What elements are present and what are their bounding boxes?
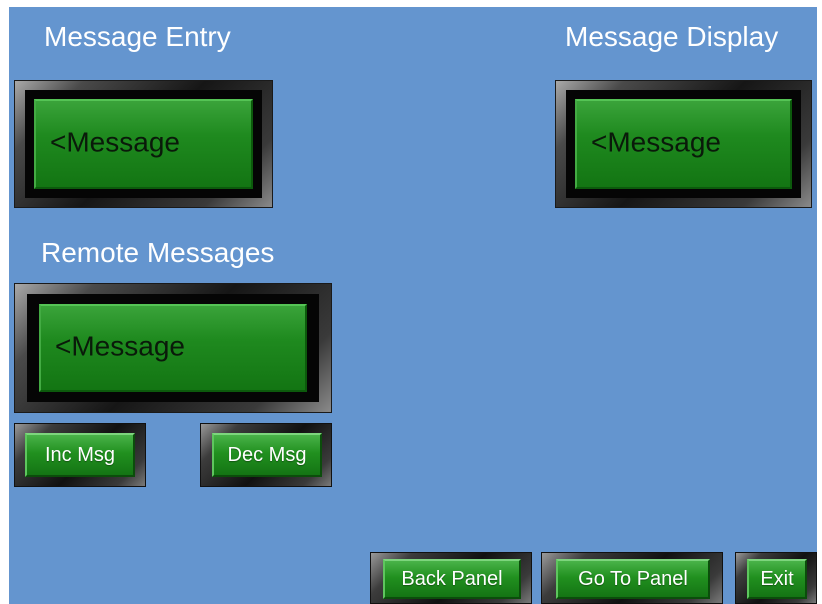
exit-button[interactable]: Exit — [735, 552, 817, 604]
message-entry-frame: <Message — [14, 80, 273, 208]
inc-msg-label: Inc Msg — [25, 433, 135, 477]
go-to-panel-label: Go To Panel — [556, 559, 710, 599]
message-display-heading: Message Display — [565, 21, 779, 52]
message-entry-field[interactable]: <Message — [34, 99, 253, 189]
remote-messages-value: <Message — [55, 330, 185, 362]
message-display-frame: <Message — [555, 80, 812, 208]
remote-messages-field: <Message — [39, 304, 307, 392]
dec-msg-label: Dec Msg — [212, 433, 322, 477]
inc-msg-button[interactable]: Inc Msg — [14, 423, 146, 487]
message-entry-heading: Message Entry — [44, 21, 231, 52]
message-display-field: <Message — [575, 99, 792, 189]
remote-messages-frame: <Message — [14, 283, 332, 413]
exit-label: Exit — [747, 559, 807, 599]
hmi-panel: Message Entry <Message Message Display <… — [9, 7, 817, 604]
message-entry-value: <Message — [50, 126, 180, 158]
dec-msg-button[interactable]: Dec Msg — [200, 423, 332, 487]
message-display-value: <Message — [591, 126, 721, 158]
back-panel-label: Back Panel — [383, 559, 521, 599]
back-panel-button[interactable]: Back Panel — [370, 552, 532, 604]
remote-messages-heading: Remote Messages — [41, 237, 275, 268]
go-to-panel-button[interactable]: Go To Panel — [541, 552, 723, 604]
